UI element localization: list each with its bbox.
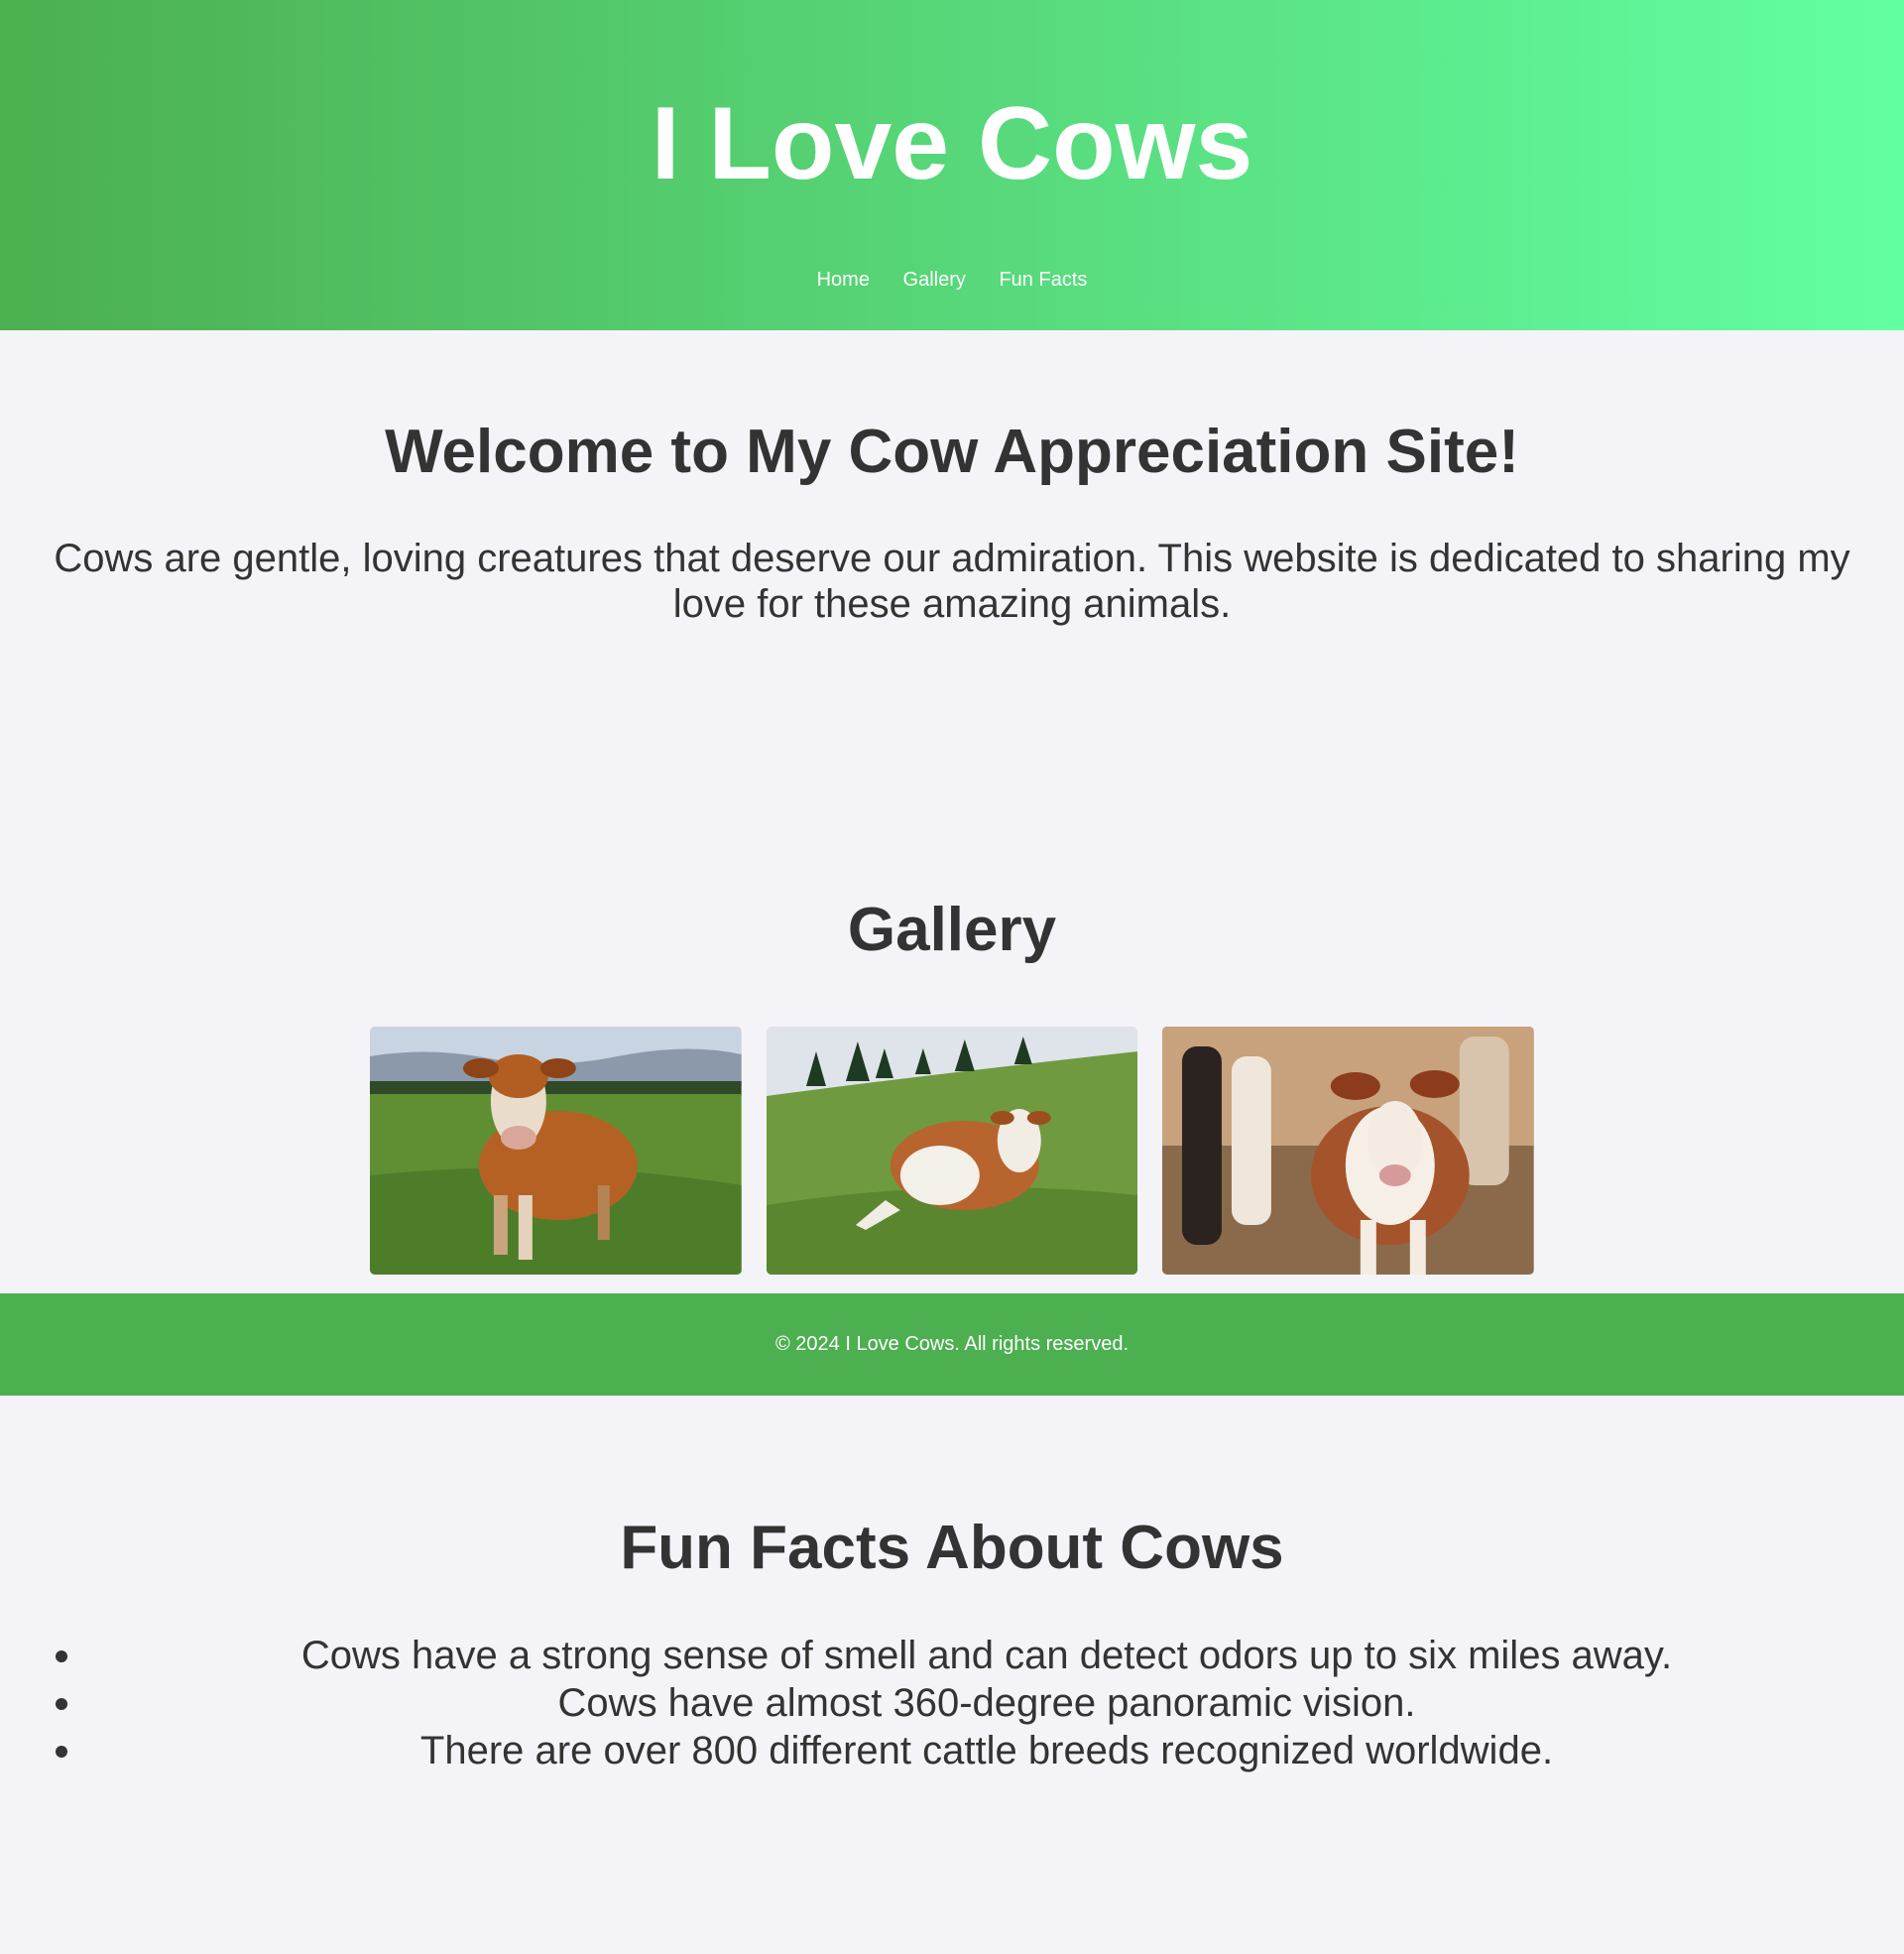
gallery-image-calf (1162, 1027, 1535, 1275)
fact-text: There are over 800 different cattle bree… (419, 1729, 1554, 1772)
gallery-image-cow-standing (370, 1027, 742, 1275)
fun-facts-list: Cows have a strong sense of smell and ca… (0, 1632, 1904, 1774)
nav-link-fun-facts[interactable]: Fun Facts (999, 269, 1087, 291)
gallery-grid (370, 1027, 1535, 1275)
site-header: I Love Cows Home Gallery Fun Facts (0, 0, 1904, 330)
fact-text: Cows have a strong sense of smell and ca… (300, 1634, 1673, 1677)
bullet-icon (56, 1698, 67, 1710)
fact-text: Cows have almost 360-degree panoramic vi… (557, 1681, 1416, 1725)
list-item: There are over 800 different cattle bree… (0, 1727, 1904, 1774)
main-nav: Home Gallery Fun Facts (0, 266, 1904, 294)
bullet-icon (56, 1650, 67, 1662)
nav-link-gallery[interactable]: Gallery (903, 269, 966, 291)
welcome-text: Cows are gentle, loving creatures that d… (54, 537, 1850, 626)
bullet-icon (56, 1746, 67, 1758)
nav-link-home[interactable]: Home (817, 269, 870, 291)
footer-copyright: © 2024 I Love Cows. All rights reserved. (774, 1333, 1129, 1355)
list-item: Cows have almost 360-degree panoramic vi… (0, 1679, 1904, 1727)
site-footer: © 2024 I Love Cows. All rights reserved. (0, 1293, 1904, 1396)
site-title: I Love Cows (651, 86, 1253, 201)
welcome-heading: Welcome to My Cow Appreciation Site! (385, 418, 1519, 486)
list-item: Cows have a strong sense of smell and ca… (0, 1632, 1904, 1679)
gallery-image-cow-lying (766, 1027, 1138, 1275)
gallery-heading: Gallery (847, 896, 1057, 964)
fun-facts-heading: Fun Facts About Cows (620, 1514, 1284, 1582)
